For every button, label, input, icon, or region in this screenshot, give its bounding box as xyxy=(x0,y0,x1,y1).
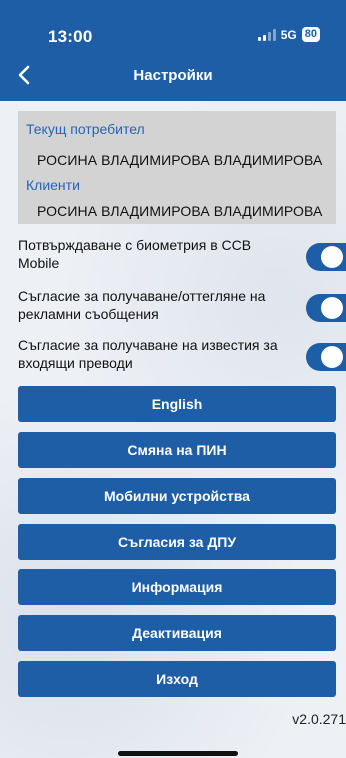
current-user-value: РОСИНА ВЛАДИМИРОВА ВЛАДИМИРОВА xyxy=(37,152,323,168)
status-indicators: 5G 80 xyxy=(257,27,320,42)
toggle-knob xyxy=(321,297,343,319)
consents-button[interactable]: Съгласия за ДПУ xyxy=(18,524,336,560)
user-info-panel: Текущ потребител РОСИНА ВЛАДИМИРОВА ВЛАД… xyxy=(18,111,336,224)
home-indicator xyxy=(118,751,238,756)
toggle-label-marketing: Съгласие за получаване/оттегляне на рекл… xyxy=(18,288,266,322)
information-button[interactable]: Информация xyxy=(18,569,336,605)
toggle-row-notifications: Съгласие за получаване на известия за вх… xyxy=(18,336,346,380)
toggle-row-marketing: Съгласие за получаване/оттегляне на рекл… xyxy=(18,287,346,331)
app-version: v2.0.271 xyxy=(292,711,346,727)
marketing-toggle[interactable] xyxy=(306,294,346,322)
current-user-label: Текущ потребител xyxy=(26,121,145,137)
battery-icon: 80 xyxy=(301,27,320,42)
status-time: 13:00 xyxy=(48,27,93,46)
toggle-knob xyxy=(321,246,343,268)
biometrics-toggle[interactable] xyxy=(306,243,346,271)
network-type: 5G xyxy=(280,27,297,42)
logout-button[interactable]: Изход xyxy=(18,661,336,697)
toggle-label-notifications: Съгласие за получаване на известия за вх… xyxy=(18,337,278,371)
settings-content: Текущ потребител РОСИНА ВЛАДИМИРОВА ВЛАД… xyxy=(0,101,346,758)
toggle-label-biometrics: Потвърждаване с биометрия в CCB Mobile xyxy=(18,237,252,271)
page-title: Настройки xyxy=(133,67,213,84)
toggle-knob xyxy=(321,346,343,368)
signal-icon xyxy=(257,28,276,41)
toggle-row-biometrics: Потвърждаване с биометрия в CCB Mobile xyxy=(18,236,346,280)
clients-value: РОСИНА ВЛАДИМИРОВА ВЛАДИМИРОВА xyxy=(37,203,323,219)
change-pin-button[interactable]: Смяна на ПИН xyxy=(18,432,336,468)
clients-label: Клиенти xyxy=(26,177,80,193)
app-header: 13:00 5G 80 Настройки xyxy=(0,0,346,101)
mobile-devices-button[interactable]: Мобилни устройства xyxy=(18,478,336,514)
english-button[interactable]: English xyxy=(18,386,336,422)
notifications-toggle[interactable] xyxy=(306,343,346,371)
deactivation-button[interactable]: Деактивация xyxy=(18,615,336,651)
